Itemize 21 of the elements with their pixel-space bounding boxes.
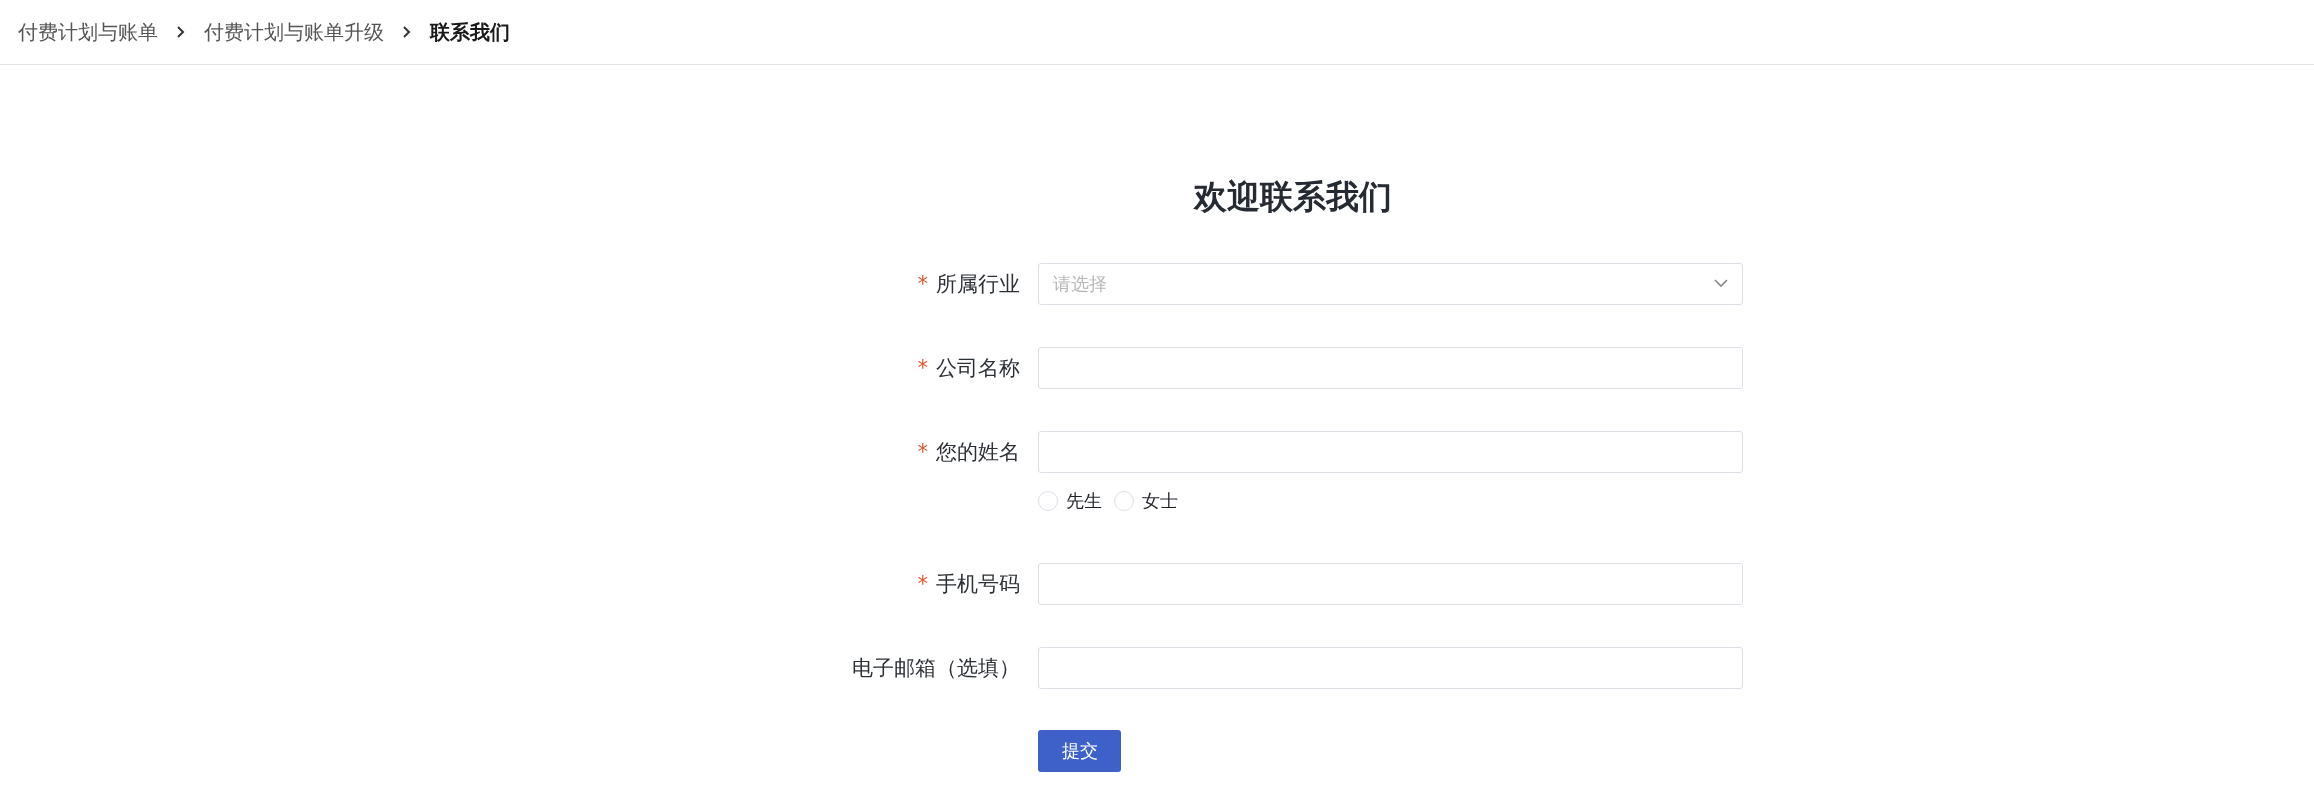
breadcrumb-link[interactable]: 付费计划与账单 — [18, 18, 158, 46]
chevron-right-icon — [402, 25, 412, 39]
text-input-field[interactable] — [1038, 562, 1743, 605]
field-label: * 您的姓名 — [916, 438, 1020, 466]
field-label: * 所属行业 — [916, 270, 1020, 298]
text-input-field[interactable] — [1038, 346, 1743, 389]
field-label: * 公司名称 — [916, 354, 1020, 382]
text-input-field[interactable] — [1038, 646, 1743, 689]
radio-option[interactable]: 先生 — [1038, 488, 1102, 513]
breadcrumb-link[interactable]: 付费计划与账单升级 — [204, 18, 384, 46]
chevron-down-icon — [1714, 279, 1728, 289]
field-label: 电子邮箱（选填） — [851, 654, 1020, 682]
breadcrumb-link[interactable]: 联系我们 — [430, 18, 510, 46]
text-input-field[interactable] — [1038, 430, 1743, 473]
radio-option[interactable]: 女士 — [1114, 488, 1178, 513]
page-title: 欢迎联系我们 — [1192, 177, 1393, 217]
submit-button[interactable]: 提交 — [1038, 729, 1121, 772]
radio-label: 女士 — [1142, 488, 1178, 513]
radio-label: 先生 — [1066, 488, 1102, 513]
chevron-right-icon — [176, 25, 186, 39]
field-label: * 手机号码 — [916, 570, 1020, 598]
